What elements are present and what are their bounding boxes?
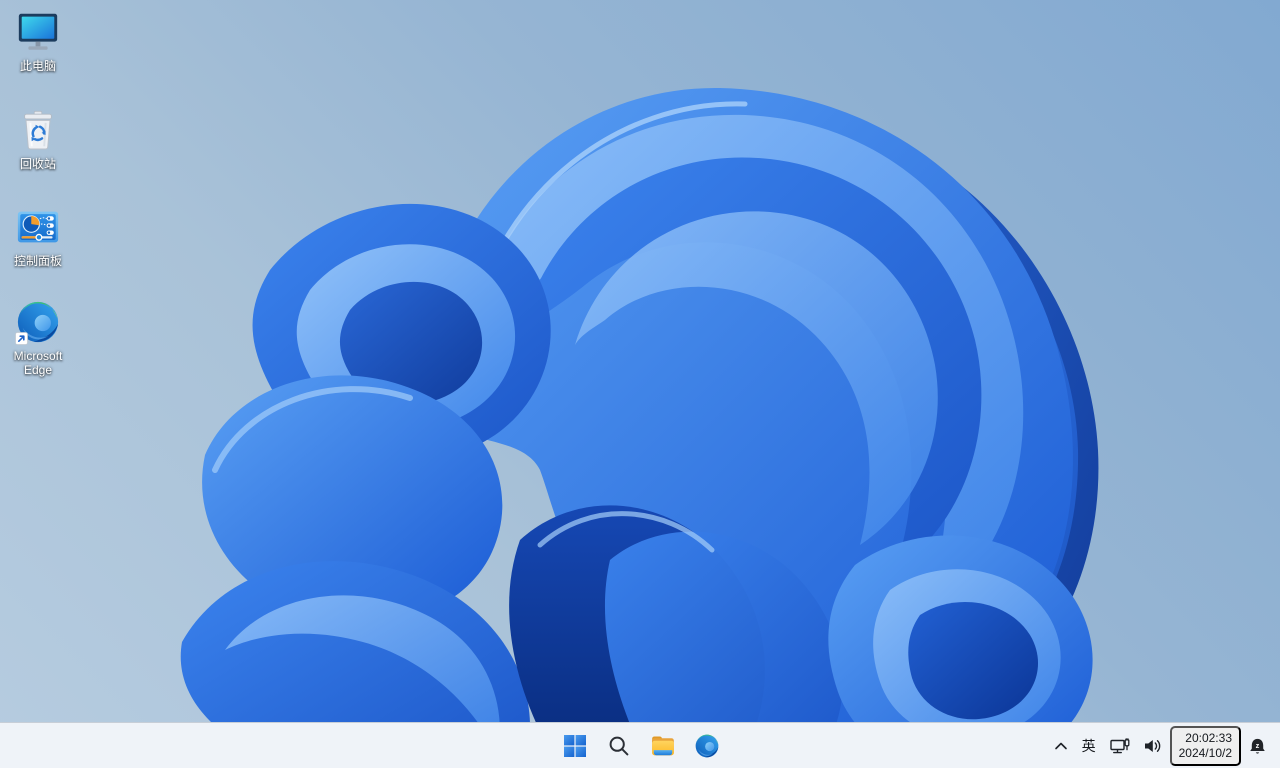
chevron-up-icon — [1054, 742, 1067, 750]
shortcut-arrow-icon — [15, 332, 28, 345]
volume-icon — [1144, 740, 1160, 752]
desktop-icon-label: 此电脑 — [19, 59, 56, 73]
windows-start-icon — [564, 735, 586, 757]
search-icon — [609, 736, 629, 756]
recycle-bin-icon — [24, 110, 52, 150]
search-button[interactable] — [599, 726, 639, 766]
desktop-icon-recycle-bin[interactable]: 回收站 — [2, 106, 74, 171]
desktop-icon-control-panel[interactable]: 控制面板 — [2, 203, 74, 268]
this-pc-monitor-icon — [18, 13, 58, 50]
notification-center-button[interactable]: z — [1243, 726, 1272, 766]
clock[interactable]: 20:02:33 2024/10/2 — [1169, 726, 1241, 766]
hidden-icons-chevron-button[interactable] — [1049, 726, 1073, 766]
svg-text:z: z — [1256, 740, 1260, 749]
file-explorer-folder-icon — [652, 736, 674, 756]
desktop[interactable]: 此电脑 回收站 控制面板 Microsoft Edge 英 20:02:33 2… — [0, 0, 1280, 768]
network-tray-button[interactable] — [1105, 726, 1136, 766]
desktop-icon-label: 控制面板 — [13, 254, 62, 268]
clock-date: 2024/10/2 — [1178, 746, 1232, 760]
taskbar-center-buttons — [555, 723, 727, 769]
volume-tray-button[interactable] — [1138, 726, 1168, 766]
desktop-icon-this-pc[interactable]: 此电脑 — [2, 8, 74, 73]
wallpaper-bloom — [180, 87, 1099, 768]
ime-indicator[interactable]: 英 — [1075, 726, 1103, 766]
ethernet-network-icon — [1109, 737, 1130, 753]
edge-taskbar-button[interactable] — [687, 726, 727, 766]
system-tray: 英 20:02:33 2024/10/2 z — [1049, 723, 1272, 769]
ime-language-label: 英 — [1081, 738, 1096, 754]
desktop-icon-label: 回收站 — [19, 157, 56, 171]
desktop-icon-microsoft-edge[interactable]: Microsoft Edge — [2, 298, 74, 377]
edge-browser-icon — [695, 734, 719, 758]
control-panel-icon — [17, 211, 59, 243]
clock-time: 20:02:33 — [1185, 731, 1232, 745]
desktop-icon-label: Microsoft Edge — [13, 349, 63, 377]
notification-bell-dnd-icon: z — [1250, 738, 1265, 754]
taskbar: 英 20:02:33 2024/10/2 z — [0, 722, 1280, 768]
file-explorer-button[interactable] — [643, 726, 683, 766]
start-button[interactable] — [555, 726, 595, 766]
